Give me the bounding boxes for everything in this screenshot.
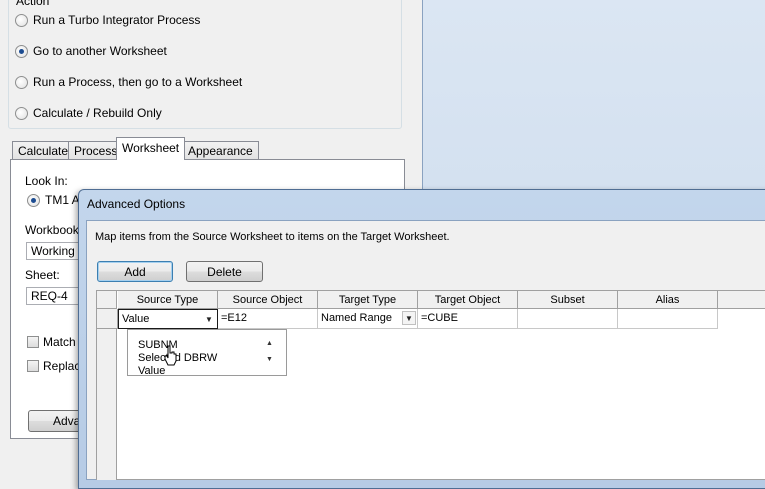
cell-target-type[interactable]: Named Range ▼: [318, 309, 418, 329]
hand-cursor-icon: [164, 345, 177, 366]
cell-source-object[interactable]: =E12: [218, 309, 318, 329]
column-header-target-object[interactable]: Target Object: [418, 291, 518, 309]
workbook-label: Workbook:: [25, 223, 83, 237]
tab-appearance[interactable]: Appearance: [182, 141, 259, 159]
grid-corner: [97, 291, 117, 309]
tab-calculate[interactable]: Calculate: [12, 141, 75, 159]
scroll-up-icon[interactable]: ▲: [266, 340, 273, 347]
dropdown-option-value[interactable]: Value: [138, 365, 165, 375]
window-title: Advanced Options: [87, 197, 186, 211]
radio-run-ti-process[interactable]: Run a Turbo Integrator Process: [15, 12, 200, 28]
cell-source-type[interactable]: Value ▼: [118, 309, 218, 329]
column-header-source-type[interactable]: Source Type: [118, 291, 218, 309]
chevron-down-icon[interactable]: ▼: [202, 312, 216, 326]
action-group-legend: Action: [14, 0, 52, 8]
workbook-field[interactable]: Working D: [26, 242, 86, 260]
radio-label: Go to another Worksheet: [33, 44, 167, 58]
radio-calculate-rebuild[interactable]: Calculate / Rebuild Only: [15, 105, 162, 121]
mapping-description: Map items from the Source Worksheet to i…: [95, 231, 450, 243]
match-checkbox[interactable]: [27, 336, 39, 348]
tab-worksheet[interactable]: Worksheet: [116, 137, 186, 160]
radio-go-to-worksheet[interactable]: Go to another Worksheet: [15, 43, 167, 59]
cell-value: Value: [122, 313, 150, 325]
delete-button[interactable]: Delete: [186, 261, 263, 282]
cell-target-object[interactable]: =CUBE: [418, 309, 518, 329]
row-header[interactable]: [97, 309, 118, 329]
radio-label: Run a Turbo Integrator Process: [33, 13, 201, 27]
cell-value: Named Range: [321, 312, 392, 324]
radio-circle[interactable]: [15, 106, 28, 120]
column-header-alias[interactable]: Alias: [618, 291, 718, 309]
scroll-down-icon[interactable]: ▼: [266, 356, 273, 363]
grid-row-header-column: [97, 309, 117, 480]
look-in-label: Look In:: [25, 174, 68, 188]
radio-run-process-then-worksheet[interactable]: Run a Process, then go to a Worksheet: [15, 74, 242, 90]
add-button[interactable]: Add: [97, 261, 173, 282]
column-header-filler: [718, 291, 765, 309]
radio-circle[interactable]: [15, 13, 28, 27]
chevron-down-icon[interactable]: ▼: [402, 311, 416, 325]
column-header-target-type[interactable]: Target Type: [318, 291, 418, 309]
cell-alias[interactable]: [618, 309, 718, 329]
replace-checkbox[interactable]: [27, 360, 39, 372]
column-header-subset[interactable]: Subset: [518, 291, 618, 309]
column-header-source-object[interactable]: Source Object: [218, 291, 318, 309]
radio-circle[interactable]: [15, 75, 28, 89]
sheet-field[interactable]: REQ-4: [26, 287, 86, 305]
radio-circle-checked[interactable]: [15, 44, 28, 58]
dropdown-scrollbar[interactable]: ▲ ▼: [263, 338, 279, 368]
sheet-label: Sheet:: [25, 268, 60, 282]
radio-label: Run a Process, then go to a Worksheet: [33, 75, 243, 89]
radio-circle-checked[interactable]: [27, 193, 40, 207]
radio-label: Calculate / Rebuild Only: [33, 106, 162, 120]
cell-subset[interactable]: [518, 309, 618, 329]
